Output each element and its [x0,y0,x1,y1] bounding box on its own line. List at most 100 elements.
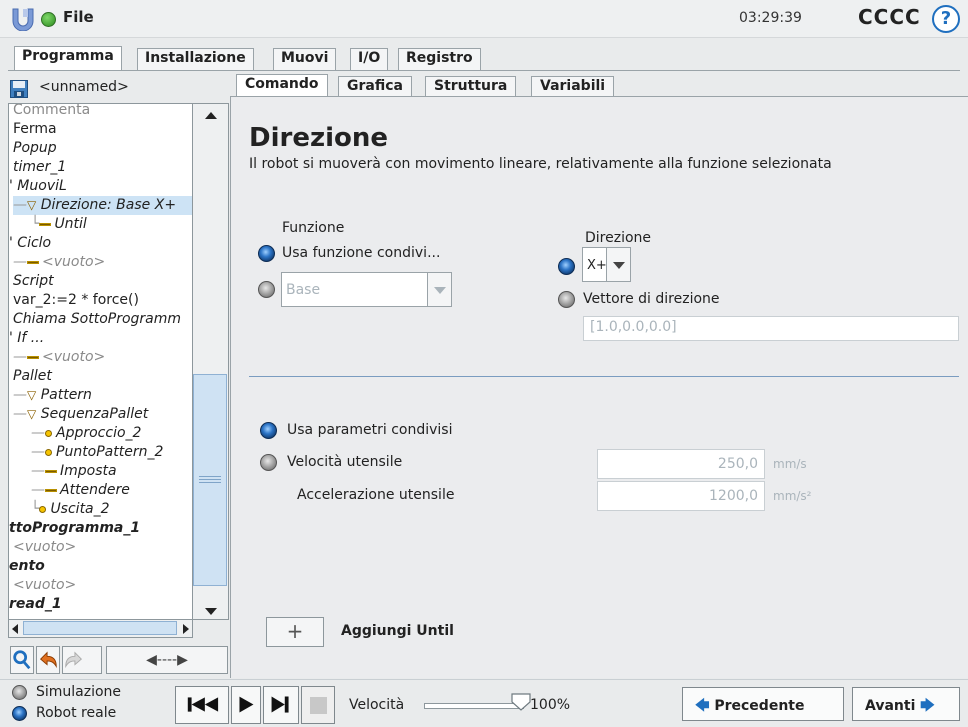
speed-value: 100% [530,697,571,713]
simulation-radio[interactable] [12,685,27,700]
move-node-arrows[interactable]: ◀----▶ [106,646,228,674]
tree-item-label: <vuoto> [42,349,106,365]
tree-item-popup[interactable]: Popup [13,139,57,158]
next-button[interactable]: Avanti 🡆 [852,687,960,721]
tab-muovi[interactable]: Muovi [273,48,337,70]
file-menu[interactable]: File [63,8,94,26]
tree-item-evento[interactable]: ento [9,557,45,576]
tree-item-pattern[interactable]: —▽ Pattern [13,386,92,405]
tree-item-chiama[interactable]: Chiama SottoProgramm [13,310,181,329]
custom-params-radio[interactable] [260,454,277,471]
chevron-down-icon [434,286,446,294]
tree-item-label: PuntoPattern_2 [56,444,164,460]
vector-radio[interactable] [558,291,575,308]
grip-line [199,479,221,480]
undo-icon[interactable] [36,646,60,674]
speed-slider[interactable] [424,703,524,709]
tree-item-empty[interactable]: <vuoto> [13,576,76,595]
tree-item-muovil[interactable]: ' MuoviL [9,177,67,196]
tree-item-empty[interactable]: — <vuoto> [13,348,105,367]
search-icon[interactable] [10,646,34,674]
real-robot-label: Robot reale [36,705,117,721]
help-icon[interactable]: ? [932,5,960,33]
direction-select-value: X+ [587,258,607,273]
feature-radio[interactable] [258,281,275,298]
play-button[interactable] [231,686,261,724]
subtab-divider [230,96,968,97]
previous-button[interactable]: 🡄 Precedente [682,687,844,721]
step-button[interactable] [263,686,299,724]
feature-select[interactable]: Base [281,272,452,307]
stop-icon [310,697,327,714]
tab-io[interactable]: I/O [350,48,389,70]
dropdown-button[interactable] [606,248,630,281]
tree-item-if[interactable]: ' If ... [9,329,44,348]
tool-accel-unit: mm/s² [773,489,812,503]
tool-accel-input[interactable]: 1200,0 [597,481,765,511]
tree-item-label: Pattern [40,387,92,403]
page-title: Direzione [249,123,389,153]
tree-item-label: <vuoto> [42,254,106,270]
tree-item-timer[interactable]: timer_1 [13,158,66,177]
speed-slider-handle[interactable] [511,693,531,711]
tree-item-puntopattern[interactable]: — PuntoPattern_2 [31,443,163,462]
scroll-right-icon[interactable] [183,624,189,634]
rewind-button[interactable] [175,686,229,724]
tree-horizontal-scrollbar[interactable] [8,620,193,638]
tree-item-sottoprogramma[interactable]: ttoProgramma_1 [9,519,140,538]
tree-item-label: Imposta [60,463,117,479]
tab-comando[interactable]: Comando [236,74,328,97]
tab-installazione[interactable]: Installazione [137,48,254,70]
tree-item-ciclo[interactable]: ' Ciclo [9,234,51,253]
direction-select[interactable]: X+ [582,247,631,282]
direction-axis-radio[interactable] [558,258,575,275]
real-robot-radio[interactable] [12,706,27,721]
tree-item-label: Approccio_2 [56,425,142,441]
tab-struttura[interactable]: Struttura [425,76,517,97]
expand-triangle-icon: ▽ [27,198,37,212]
scroll-thumb[interactable] [193,374,227,586]
waypoint-icon [45,429,52,437]
tree-item-attendere[interactable]: — Attendere [31,481,130,500]
add-until-button[interactable]: + [266,617,324,647]
node-icon [27,355,39,359]
program-tree[interactable]: Commenta Ferma Popup timer_1 ' MuoviL —▽… [8,103,193,620]
dropdown-button[interactable] [427,273,451,306]
scroll-left-icon[interactable] [12,624,18,634]
scroll-thumb[interactable] [23,621,177,635]
tree-vertical-scrollbar[interactable] [193,103,229,620]
redo-icon[interactable] [62,646,102,674]
scroll-up-icon[interactable] [205,112,217,119]
tree-item-direzione[interactable]: —▽ Direzione: Base X+ [13,196,192,215]
tree-item-ferma[interactable]: Ferma [13,120,57,139]
tool-speed-input[interactable]: 250,0 [597,449,765,479]
tab-programma[interactable]: Programma [14,46,122,71]
tree-item-empty[interactable]: <vuoto> [13,538,76,557]
robot-status-icon[interactable] [41,12,56,27]
use-shared-feature-radio[interactable] [258,245,275,262]
tree-item-imposta[interactable]: — Imposta [31,462,117,481]
tree-item-sequenzapallet[interactable]: —▽ SequenzaPallet [13,405,148,424]
tree-item-empty[interactable]: — <vuoto> [13,253,105,272]
grip-line [199,476,221,477]
use-shared-params-radio[interactable] [260,422,277,439]
tree-item-var[interactable]: var_2:=2 * force() [13,291,139,310]
vector-input[interactable]: [1.0,0.0,0.0] [583,316,959,341]
tree-item-thread[interactable]: read_1 [9,595,62,614]
tree-item-approccio[interactable]: — Approccio_2 [31,424,141,443]
stop-button[interactable] [301,686,335,724]
tree-item-pallet[interactable]: Pallet [13,367,52,386]
tree-item-until[interactable]: └ Until [31,215,87,234]
tree-item-commenta[interactable]: Commenta [13,104,90,120]
chevron-down-icon [613,261,625,269]
tree-item-script[interactable]: Script [13,272,54,291]
tree-item-uscita[interactable]: └ Uscita_2 [31,500,110,519]
scroll-down-icon[interactable] [205,608,217,615]
save-icon[interactable] [10,80,28,98]
waypoint-icon [45,448,52,456]
clock: 03:29:39 [739,10,802,26]
use-shared-feature-label: Usa funzione condivi... [282,245,441,261]
tab-variabili[interactable]: Variabili [531,76,615,97]
tab-grafica[interactable]: Grafica [338,76,412,97]
tab-registro[interactable]: Registro [398,48,481,70]
